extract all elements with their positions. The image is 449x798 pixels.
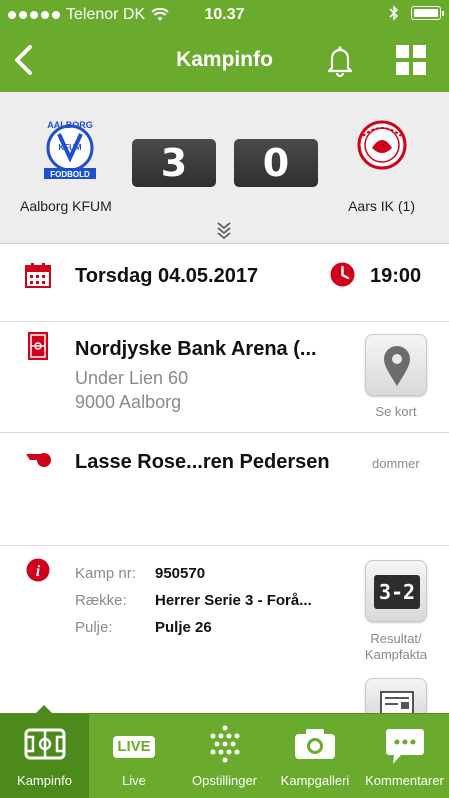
- away-team-logo: [357, 120, 407, 170]
- nav-bar: Kampinfo: [0, 30, 449, 92]
- page-title: Kampinfo: [176, 48, 273, 71]
- tab-bar: Kampinfo LIVE Live Opstillinger Kampgall…: [0, 713, 449, 798]
- referee-role: dommer: [372, 456, 420, 471]
- result-button-label[interactable]: Resultat/ Kampfakta: [355, 631, 437, 663]
- tab-label: Opstillinger: [191, 773, 258, 788]
- tab-live[interactable]: LIVE Live: [89, 714, 179, 798]
- status-right: [389, 5, 444, 21]
- top-bar: Telenor DK 10.37 Kampinfo: [0, 0, 449, 92]
- away-team-name: Aars IK (1): [348, 198, 415, 214]
- stadium-icon: [28, 332, 48, 360]
- home-team-name: Aalborg KFUM: [20, 198, 112, 214]
- detail-value: 950570: [155, 565, 206, 582]
- comment-icon: [385, 729, 424, 764]
- referee-name: Lasse Rose...ren Pedersen: [75, 451, 330, 473]
- status-bar: Telenor DK 10.37: [0, 0, 449, 30]
- match-date: Torsdag 04.05.2017: [75, 265, 259, 287]
- match-report-button[interactable]: [365, 678, 427, 719]
- venue-address-line1: Under Lien 60: [75, 368, 189, 388]
- tab-kampgalleri[interactable]: Kampgalleri: [270, 714, 360, 798]
- svg-text:KFUM: KFUM: [58, 143, 81, 152]
- detail-label: Række:: [75, 592, 127, 609]
- whistle-icon: [26, 453, 51, 467]
- tab-label: Live: [122, 773, 146, 788]
- detail-label: Kamp nr:: [75, 565, 136, 582]
- live-icon: LIVE: [113, 736, 155, 758]
- detail-value: Pulje 26: [155, 619, 212, 636]
- active-tab-caret: [36, 705, 52, 713]
- clock: 10.37: [204, 6, 245, 23]
- divider: [0, 432, 449, 433]
- map-button[interactable]: [365, 334, 427, 396]
- camera-icon: [295, 729, 335, 759]
- away-score: 0: [234, 139, 318, 187]
- calendar-icon: [25, 263, 51, 288]
- venue-name: Nordjyske Bank Arena (...: [75, 338, 317, 360]
- detail-value: Herrer Serie 3 - Forå...: [155, 592, 312, 609]
- svg-text:FODBOLD: FODBOLD: [50, 170, 90, 179]
- match-header: AALBORG KFUM FODBOLD 3 0 Aalborg KFUM Aa…: [0, 92, 449, 244]
- map-button-label[interactable]: Se kort: [365, 404, 427, 419]
- svg-text:i: i: [36, 563, 41, 580]
- formation-icon: [210, 725, 239, 763]
- battery-icon: [411, 6, 444, 20]
- info-icon: i: [26, 558, 50, 582]
- clock-icon: [330, 262, 355, 287]
- divider: [0, 321, 449, 322]
- result-button[interactable]: 3-2: [365, 560, 427, 622]
- tab-kommentarer[interactable]: Kommentarer: [360, 714, 449, 798]
- expand-chevron-icon[interactable]: [214, 221, 234, 239]
- detail-label: Pulje:: [75, 619, 113, 636]
- map-pin-icon: [384, 346, 410, 386]
- grid-menu-icon[interactable]: [395, 44, 427, 76]
- tab-kampinfo[interactable]: Kampinfo: [0, 714, 89, 798]
- home-team-logo: AALBORG KFUM FODBOLD: [44, 120, 96, 179]
- bell-icon[interactable]: [322, 42, 358, 78]
- result-label-line2: Kampfakta: [364, 647, 428, 662]
- venue-address-line2: 9000 Aalborg: [75, 392, 182, 412]
- tab-label: Kampgalleri: [280, 773, 350, 788]
- home-score: 3: [132, 139, 216, 187]
- tab-label: Kommentarer: [365, 773, 444, 788]
- divider: [0, 545, 449, 546]
- result-label-line1: Resultat/: [370, 631, 422, 646]
- pitch-icon: [24, 728, 65, 760]
- tab-opstillinger[interactable]: Opstillinger: [179, 714, 270, 798]
- svg-text:AALBORG: AALBORG: [47, 120, 93, 130]
- scoreboard-icon: 3-2: [374, 575, 420, 609]
- match-time: 19:00: [370, 265, 422, 287]
- tab-label: Kampinfo: [17, 773, 72, 788]
- bluetooth-icon: [389, 5, 399, 21]
